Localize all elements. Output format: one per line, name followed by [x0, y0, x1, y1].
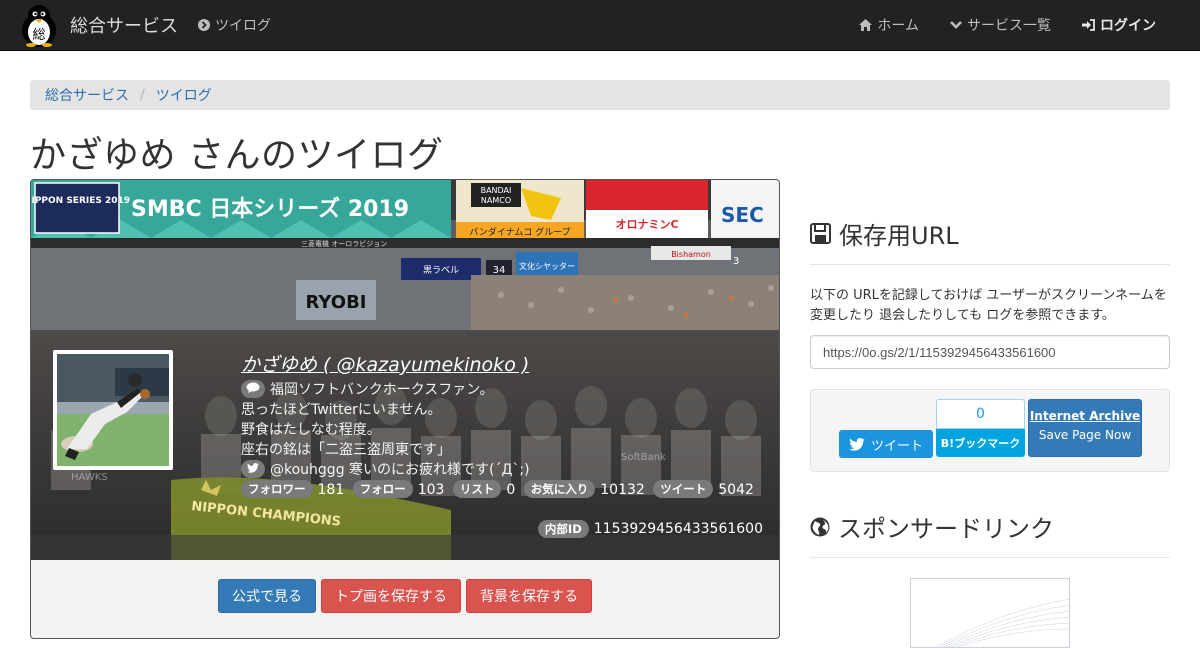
nav-login-label: ログイン — [1100, 18, 1156, 34]
hatena-bookmark-count: 0 — [936, 399, 1025, 429]
nav-twilog-label: ツイログ — [215, 18, 271, 34]
sponsor-heading-text: スポンサードリンク — [838, 515, 1054, 543]
bio-line-3: 野食はたしなむ程度。 — [241, 422, 381, 438]
penguin-logo-icon: 総 — [22, 5, 56, 47]
profile-details: かざゆめ ( @kazayumekinoko ) 福岡ソフトバンクホークスファン… — [241, 350, 771, 500]
avatar-image — [57, 354, 169, 466]
banner-ryobi-text: RYOBI — [306, 292, 367, 313]
internal-id: 内部ID 1153929456433561600 — [537, 520, 763, 538]
nav-service-list[interactable]: サービス一覧 — [950, 15, 1051, 35]
page-title: かざゆめ さんのツイログ — [30, 135, 444, 176]
save-url-heading-text: 保存用URL — [839, 222, 959, 250]
banner-sec-text: SEC — [721, 203, 764, 227]
globe-icon — [810, 517, 830, 537]
internet-archive-subtitle: Save Page Now — [1038, 428, 1132, 442]
profile-actions: 公式で見る トプ画を保存する 背景を保存する — [31, 579, 779, 613]
save-background-button[interactable]: 背景を保存する — [466, 579, 592, 613]
banner-number-34: 34 — [493, 265, 506, 276]
save-avatar-button[interactable]: トプ画を保存する — [321, 579, 461, 613]
nav-home-label: ホーム — [877, 18, 919, 34]
stat-tweets-label: ツイート — [653, 480, 714, 498]
share-panel: ツイート 0 B!ブックマーク Internet Archive Save Pa… — [810, 389, 1170, 472]
bio-line-1: 福岡ソフトバンクホークスファン。 — [241, 380, 771, 400]
last-tweet-line: @kouhggg 寒いのにお疲れ様です(´Д`;) — [241, 460, 771, 480]
stat-followers-value: 181 — [317, 482, 345, 498]
banner-hawks-text: HAWKS — [71, 472, 108, 483]
brand-logo-kanji: 総 — [32, 28, 45, 43]
nav-twilog-link[interactable]: ツイログ — [198, 15, 271, 35]
internet-archive-button[interactable]: Internet Archive Save Page Now — [1028, 399, 1142, 457]
tweet-button-label: ツイート — [870, 438, 923, 454]
stat-following-value: 103 — [417, 482, 445, 498]
banner-bandai-group-text: バンダイナムコ グループ — [469, 226, 570, 238]
banner-namco-text: NAMCO — [481, 196, 511, 205]
stat-lists-value: 0 — [506, 482, 516, 498]
hatena-bookmark-button[interactable]: 0 B!ブックマーク — [936, 399, 1025, 457]
profile-name-link[interactable]: かざゆめ ( @kazayumekinoko ) — [241, 350, 529, 377]
sponsor-heading: スポンサードリンク — [810, 509, 1054, 544]
stat-followers-label: フォロワー — [241, 480, 313, 498]
banner-bandai-text: BANDAI — [481, 186, 512, 195]
nav-login[interactable]: ログイン — [1082, 15, 1156, 35]
banner-series-text: SMBC 日本シリーズ 2019 — [131, 196, 409, 222]
breadcrumb: 総合サービス / ツイログ — [30, 80, 1170, 110]
avatar[interactable] — [53, 350, 173, 470]
stats-line: フォロワー 181 フォロー 103 リスト 0 お気に入り 10132 ツイート 504… — [241, 480, 771, 500]
stat-tweets-value: 5042 — [718, 482, 754, 498]
login-icon — [1082, 19, 1095, 31]
save-url-field[interactable] — [810, 335, 1170, 369]
view-official-button[interactable]: 公式で見る — [218, 579, 316, 613]
banner-oronamin-text: オロナミンC — [615, 218, 678, 231]
hatena-bookmark-label: B!ブックマーク — [936, 429, 1025, 457]
bio-line-2: 思ったほどTwitterにいません。 — [241, 402, 442, 418]
floppy-disk-icon — [810, 223, 831, 244]
internet-archive-title: Internet Archive — [1029, 409, 1141, 423]
banner-number-3: 3 — [733, 256, 739, 267]
banner-bishamon-text: Bishamon — [671, 250, 711, 259]
banner-kurolabel-text: 黒ラベル — [423, 265, 459, 276]
banner-mitsubishi-text: 三菱電機 オーロラビジョン — [301, 239, 387, 248]
stat-favorites-value: 10132 — [600, 482, 645, 498]
save-url-description: 以下の URLを記録しておけば ユーザーがスクリーンネームを変更したり 退会した… — [810, 288, 1167, 323]
circle-chevron-right-icon — [198, 19, 210, 31]
brand-link[interactable]: 総 総合サービス — [18, 2, 178, 48]
save-url-heading: 保存用URL — [810, 216, 959, 251]
breadcrumb-twilog[interactable]: ツイログ — [156, 85, 212, 105]
banner-bunka-text: 文化シヤッター — [519, 261, 575, 271]
ad-graphic — [934, 599, 1069, 647]
stat-favorites-label: お気に入り — [523, 480, 596, 498]
bio-line-4: 座右の銘は「二盗三盗周東です」 — [241, 442, 451, 458]
sponsor-ad-banner[interactable] — [910, 578, 1070, 648]
bio-text-1: 福岡ソフトバンクホークスファン。 — [270, 382, 494, 398]
divider — [810, 557, 1170, 558]
profile-card: NIPPON SERIES 2019 SMBC 日本シリーズ 2019 BAND… — [30, 179, 780, 639]
divider — [810, 264, 1170, 265]
breadcrumb-separator: / — [140, 87, 145, 103]
twitter-bird-icon — [241, 460, 265, 478]
comment-icon — [241, 380, 265, 398]
chevron-down-icon — [950, 20, 962, 30]
internal-id-value: 1153929456433561600 — [593, 521, 763, 537]
banner-logo-text: NIPPON SERIES 2019 — [31, 196, 130, 206]
top-navbar: 総 総合サービス ツイログ ホーム サービス一覧 ログイン — [0, 0, 1200, 51]
breadcrumb-home[interactable]: 総合サービス — [45, 85, 129, 105]
internal-id-label: 内部ID — [537, 520, 589, 538]
last-tweet-text: @kouhggg 寒いのにお疲れ様です(´Д`;) — [270, 462, 530, 478]
stat-following-label: フォロー — [352, 480, 413, 498]
home-icon — [859, 19, 873, 31]
tweet-button[interactable]: ツイート — [839, 430, 933, 458]
twitter-bird-icon — [849, 437, 865, 451]
nav-service-list-label: サービス一覧 — [967, 18, 1051, 34]
stat-lists-label: リスト — [452, 480, 502, 498]
nav-home[interactable]: ホーム — [859, 15, 919, 35]
brand-title: 総合サービス — [70, 16, 178, 37]
